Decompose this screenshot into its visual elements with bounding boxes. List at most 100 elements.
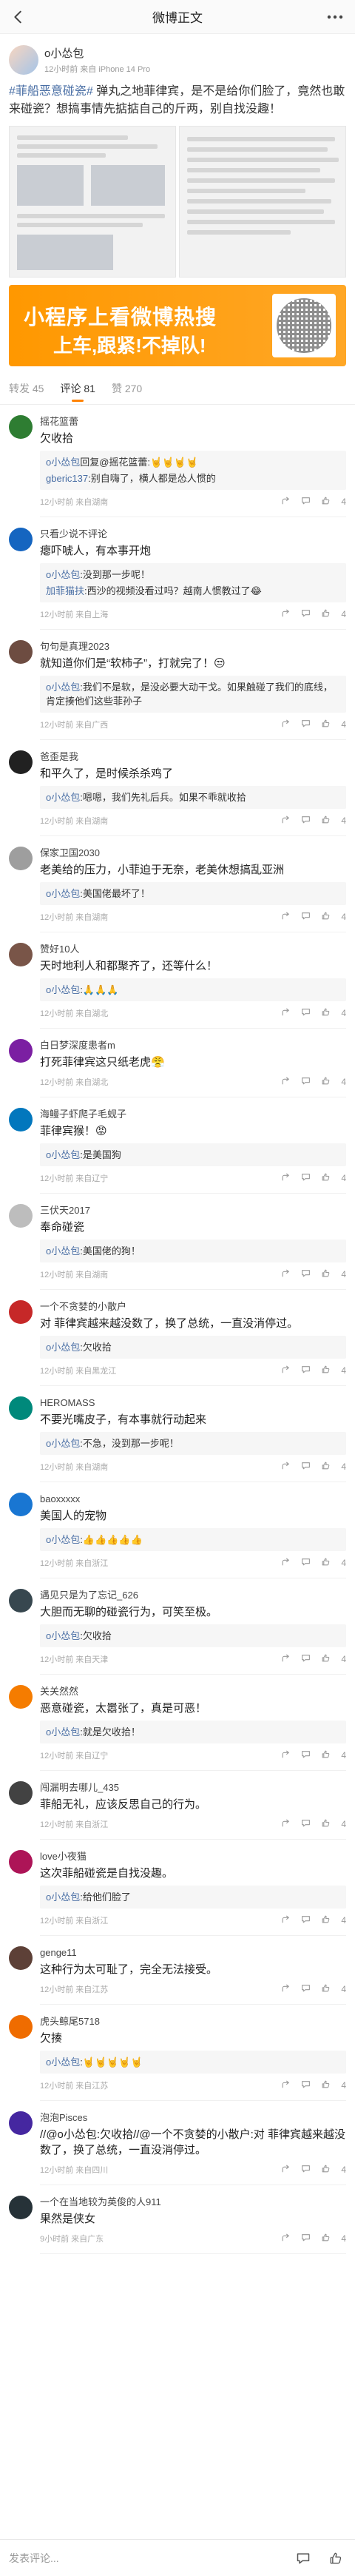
avatar[interactable] bbox=[9, 1204, 33, 1228]
comment-author[interactable]: 一个不贪婪的小散户 bbox=[40, 1300, 346, 1314]
comment-icon[interactable] bbox=[301, 496, 311, 508]
like-icon[interactable] bbox=[321, 2079, 331, 2091]
like-icon[interactable] bbox=[321, 1172, 331, 1184]
avatar[interactable] bbox=[9, 2111, 33, 2135]
comment-author[interactable]: 白日梦深度患者m bbox=[40, 1039, 346, 1052]
like-icon[interactable] bbox=[321, 1076, 331, 1088]
share-icon[interactable] bbox=[281, 1076, 291, 1088]
comment-author[interactable]: 只看少说不评论 bbox=[40, 528, 346, 541]
reply-box[interactable]: o小怂包:👍👍👍👍👍 bbox=[40, 1528, 346, 1551]
share-icon[interactable] bbox=[281, 1268, 291, 1280]
comment-icon[interactable] bbox=[301, 1749, 311, 1761]
reply-author[interactable]: o小怂包 bbox=[46, 1149, 80, 1160]
comment-author[interactable]: genge11 bbox=[40, 1946, 346, 1960]
post-hashtag[interactable]: #菲船恶意碰瓷# bbox=[9, 85, 93, 98]
share-icon[interactable] bbox=[281, 719, 291, 730]
reply-author[interactable]: o小怂包 bbox=[46, 1630, 80, 1641]
comment-author[interactable]: 爸歪是我 bbox=[40, 750, 346, 764]
like-icon[interactable] bbox=[321, 1461, 331, 1473]
share-icon[interactable] bbox=[281, 1172, 291, 1184]
reply-author[interactable]: o小怂包 bbox=[46, 1342, 80, 1353]
comment-author[interactable]: 虎头鲸尾5718 bbox=[40, 2015, 346, 2028]
comment-author[interactable]: 遇见只是为了忘记_626 bbox=[40, 1589, 346, 1602]
comment-author[interactable]: 海鳗子虾爬子毛蚬子 bbox=[40, 1108, 346, 1121]
avatar[interactable] bbox=[9, 1396, 33, 1420]
reply-author[interactable]: o小怂包 bbox=[46, 1438, 80, 1449]
like-icon[interactable] bbox=[321, 1749, 331, 1761]
share-icon[interactable] bbox=[281, 1914, 291, 1926]
comment-author[interactable]: 三伏天2017 bbox=[40, 1204, 346, 1217]
avatar[interactable] bbox=[9, 1108, 33, 1131]
reply-author[interactable]: o小怂包 bbox=[46, 1726, 80, 1738]
comment-icon[interactable] bbox=[301, 1461, 311, 1473]
reply-box[interactable]: o小怂包:美国佬的狗！ bbox=[40, 1240, 346, 1262]
reply-author[interactable]: o小怂包 bbox=[46, 792, 80, 803]
reply-box[interactable]: o小怂包回复@摇花篮蕾:🤘🤘🤘🤘 gberic137:别自嗨了，横人都是怂人惯的 bbox=[40, 451, 346, 490]
avatar[interactable] bbox=[9, 943, 33, 966]
avatar[interactable] bbox=[9, 1493, 33, 1516]
comment-icon[interactable] bbox=[301, 1076, 311, 1088]
avatar[interactable] bbox=[9, 1946, 33, 1970]
reply-author[interactable]: o小怂包 bbox=[46, 1245, 80, 1257]
comment-author[interactable]: 关关然然 bbox=[40, 1685, 346, 1698]
avatar[interactable] bbox=[9, 1589, 33, 1612]
reply-author[interactable]: o小怂包 bbox=[46, 984, 80, 995]
comment-icon[interactable] bbox=[301, 911, 311, 923]
avatar[interactable] bbox=[9, 847, 33, 870]
reply-author[interactable]: o小怂包 bbox=[46, 1891, 80, 1903]
like-icon[interactable] bbox=[321, 496, 331, 508]
like-icon[interactable] bbox=[321, 1557, 331, 1569]
comment-author[interactable]: 赞好10人 bbox=[40, 943, 346, 956]
comment-icon[interactable] bbox=[301, 1007, 311, 1019]
comment-icon[interactable] bbox=[301, 2164, 311, 2176]
reply-box[interactable]: o小怂包:是美国狗 bbox=[40, 1143, 346, 1166]
comment-icon[interactable] bbox=[301, 815, 311, 827]
comment-icon[interactable] bbox=[301, 1268, 311, 1280]
comment-author[interactable]: 保家卫国2030 bbox=[40, 847, 346, 860]
reply-author[interactable]: o小怂包 bbox=[46, 569, 80, 580]
like-icon[interactable] bbox=[321, 815, 331, 827]
avatar[interactable] bbox=[9, 415, 33, 439]
like-icon[interactable] bbox=[321, 2164, 331, 2176]
back-button[interactable] bbox=[7, 6, 30, 28]
tab-likes[interactable]: 赞 270 bbox=[112, 372, 142, 405]
share-icon[interactable] bbox=[281, 2164, 291, 2176]
comment-icon[interactable] bbox=[301, 1557, 311, 1569]
post-image-1[interactable] bbox=[9, 126, 176, 278]
share-icon[interactable] bbox=[281, 1007, 291, 1019]
reply-box[interactable]: o小怂包:给他们脸了 bbox=[40, 1886, 346, 1909]
comment-icon[interactable] bbox=[301, 1818, 311, 1830]
reply-box[interactable]: o小怂包:就是欠收拾！ bbox=[40, 1721, 346, 1743]
comment-author[interactable]: 句句是真理2023 bbox=[40, 640, 346, 653]
reply-box[interactable]: o小怂包:欠收拾 bbox=[40, 1336, 346, 1359]
reply-author[interactable]: o小怂包 bbox=[46, 457, 80, 468]
avatar[interactable] bbox=[9, 2196, 33, 2219]
reply-author[interactable]: o小怂包 bbox=[46, 1534, 80, 1545]
comment-author[interactable]: 一个在当地较为英俊的人911 bbox=[40, 2196, 346, 2209]
share-icon[interactable] bbox=[281, 1818, 291, 1830]
tab-reposts[interactable]: 转发 45 bbox=[9, 372, 44, 405]
avatar[interactable] bbox=[9, 1300, 33, 1324]
reply-author[interactable]: o小怂包 bbox=[46, 2057, 80, 2068]
comment-author[interactable]: HEROMASS bbox=[40, 1396, 346, 1410]
reply-box[interactable]: o小怂包:🤘🤘🤘🤘🤘 bbox=[40, 2051, 346, 2074]
like-icon[interactable] bbox=[321, 1007, 331, 1019]
like-icon[interactable] bbox=[321, 1365, 331, 1376]
reply-author[interactable]: o小怂包 bbox=[46, 682, 80, 693]
post-image-2[interactable] bbox=[179, 126, 346, 278]
reply-box[interactable]: o小怂包:🙏🙏🙏 bbox=[40, 978, 346, 1001]
share-icon[interactable] bbox=[281, 1461, 291, 1473]
comment-author[interactable]: 摇花篮蕾 bbox=[40, 415, 346, 428]
reply-author[interactable]: gberic137 bbox=[46, 473, 88, 484]
reply-author[interactable]: o小怂包 bbox=[46, 888, 80, 899]
share-icon[interactable] bbox=[281, 608, 291, 620]
comment-icon[interactable] bbox=[301, 608, 311, 620]
comment-icon[interactable] bbox=[301, 2233, 311, 2244]
comment-author[interactable]: love小夜猫 bbox=[40, 1850, 346, 1863]
avatar[interactable] bbox=[9, 750, 33, 774]
like-icon[interactable] bbox=[321, 1914, 331, 1926]
like-icon[interactable] bbox=[321, 911, 331, 923]
share-icon[interactable] bbox=[281, 496, 291, 508]
comment-author[interactable]: 泡泡Pisces bbox=[40, 2111, 346, 2125]
reply-box[interactable]: o小怂包:嗯嗯，我们先礼后兵。如果不乖就收拾 bbox=[40, 786, 346, 809]
